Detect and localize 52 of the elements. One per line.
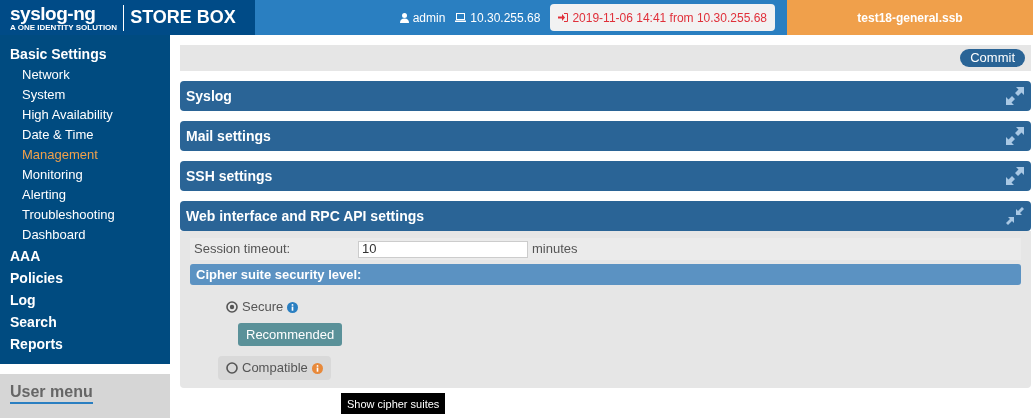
radio-option[interactable]: Secure xyxy=(220,295,305,319)
tooltip: Show cipher suites xyxy=(340,392,447,415)
option-label: Secure xyxy=(242,298,284,317)
last-login-text: 2019-11-06 14:41 from 10.30.255.68 xyxy=(572,9,767,27)
section-title: Syslog xyxy=(186,86,232,106)
nav-subitem[interactable]: Date & Time xyxy=(10,125,170,145)
section-title: SSH settings xyxy=(186,166,273,186)
nav-subitem[interactable]: Management xyxy=(10,145,170,165)
product-name: STORE BOX xyxy=(130,6,236,29)
login-icon xyxy=(558,13,569,22)
logo-text: syslog-ng xyxy=(10,3,97,23)
user-name: admin xyxy=(412,9,446,27)
expand-arrows-icon[interactable] xyxy=(1005,126,1025,146)
radio-button[interactable] xyxy=(226,362,238,374)
nav-subitem[interactable]: System xyxy=(10,85,170,105)
option-label: Compatible xyxy=(242,359,308,378)
expand-arrows-icon[interactable] xyxy=(1005,166,1025,186)
session-timeout-field[interactable]: 10 xyxy=(358,240,528,258)
section-header[interactable]: Syslog xyxy=(180,81,1031,111)
host-address: 10.30.255.68 xyxy=(470,9,541,27)
user-icon xyxy=(399,12,409,23)
nav-item[interactable]: Log xyxy=(10,289,170,311)
section-header[interactable]: SSH settings xyxy=(180,161,1031,191)
expand-arrows-icon[interactable] xyxy=(1005,86,1025,106)
appliance-name: test18-general.ssb xyxy=(857,9,963,27)
nav-item[interactable]: Policies xyxy=(10,267,170,289)
field-label: Session timeout: xyxy=(193,240,292,259)
section-title: Web interface and RPC API settings xyxy=(186,206,425,226)
laptop-icon xyxy=(455,13,467,22)
nav-item[interactable]: Search xyxy=(10,311,170,333)
nav-item[interactable]: Basic Settings xyxy=(10,43,170,65)
section-header[interactable]: Mail settings xyxy=(180,121,1031,151)
subsection-title: Cipher suite security level: xyxy=(196,265,362,284)
nav-subitem[interactable]: Alerting xyxy=(10,185,170,205)
nav-subitem[interactable]: Dashboard xyxy=(10,225,170,245)
nav-item[interactable]: AAA xyxy=(10,245,170,267)
collapse-arrows-icon[interactable] xyxy=(1005,206,1025,226)
user-menu-heading[interactable]: User menu xyxy=(10,382,93,404)
info-icon[interactable] xyxy=(311,362,323,374)
nav-subitem[interactable]: High Availability xyxy=(10,105,170,125)
nav-subitem[interactable]: Monitoring xyxy=(10,165,170,185)
radio-option[interactable]: Compatible xyxy=(218,356,331,380)
nav-subitem[interactable]: Troubleshooting xyxy=(10,205,170,225)
recommended-badge: Recommended xyxy=(238,323,343,346)
section-header[interactable]: Web interface and RPC API settings xyxy=(180,201,1031,231)
nav-subitem[interactable]: Network xyxy=(10,65,170,85)
commit-button[interactable]: Commit xyxy=(960,49,1025,67)
info-icon[interactable] xyxy=(287,301,299,313)
nav-item[interactable]: Reports xyxy=(10,333,170,355)
radio-button[interactable] xyxy=(226,301,238,313)
unit-label: minutes xyxy=(532,240,578,259)
section-title: Mail settings xyxy=(186,126,271,146)
